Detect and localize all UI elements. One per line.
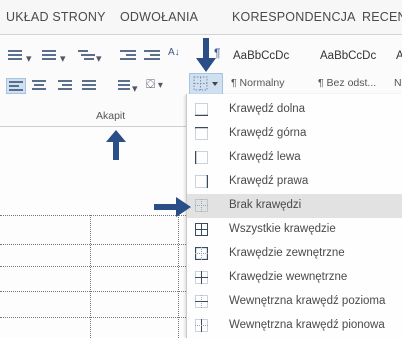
no-border-icon	[195, 199, 208, 212]
bullets-button[interactable]: ▾	[6, 48, 32, 65]
tab-mailings[interactable]: KORESPONDENCJA	[232, 10, 356, 24]
menu-item-left-border[interactable]: Krawędź lewa	[187, 146, 402, 170]
border-right-icon	[195, 175, 208, 188]
menu-item-inside-horizontal-border[interactable]: Wewnętrzna krawędź pozioma	[187, 290, 402, 314]
border-left-icon	[195, 151, 208, 164]
increase-indent-button[interactable]	[142, 48, 162, 62]
tab-references[interactable]: ODWOŁANIA	[120, 10, 198, 24]
table-gridline	[0, 291, 186, 292]
document-area[interactable]	[0, 127, 186, 338]
sort-icon[interactable]: A↓	[168, 46, 180, 60]
borders-dropdown-icon	[193, 76, 218, 91]
menu-item-right-border[interactable]: Krawędź prawa	[187, 170, 402, 194]
borders-dropdown-menu: Krawędź dolna Krawędź górna Krawędź lewa…	[186, 94, 402, 338]
all-borders-icon	[195, 223, 208, 236]
numbering-button[interactable]: ▾	[40, 48, 66, 65]
menu-item-outside-borders[interactable]: Krawędzie zewnętrzne	[187, 242, 402, 266]
menu-item-label: Krawędź górna	[229, 127, 307, 139]
decrease-indent-button[interactable]	[118, 48, 138, 62]
arrow-right-icon	[154, 197, 191, 217]
inside-horizontal-border-icon	[195, 295, 208, 308]
menu-item-no-border[interactable]: Brak krawędzi	[187, 194, 402, 218]
menu-item-top-border[interactable]: Krawędź górna	[187, 122, 402, 146]
menu-item-inside-vertical-border[interactable]: Wewnętrzna krawędź pionowa	[187, 314, 402, 338]
border-bottom-icon	[195, 103, 208, 116]
inside-borders-icon	[195, 271, 208, 284]
style-normal-name: ¶ Normalny	[231, 77, 285, 89]
table-gridline	[90, 215, 91, 338]
align-left-button[interactable]	[6, 78, 26, 94]
menu-item-label: Krawędź prawa	[229, 175, 309, 187]
table-gridline	[178, 215, 179, 338]
menu-item-label: Wewnętrzna krawędź pionowa	[229, 319, 385, 331]
menu-item-label: Krawędzie zewnętrzne	[229, 247, 345, 259]
arrow-up-icon	[106, 130, 126, 160]
style-heading-preview[interactable]: A	[396, 50, 402, 62]
menu-item-label: Krawędź lewa	[229, 151, 301, 163]
style-no-spacing-name: ¶ Bez odst...	[318, 77, 377, 89]
menu-item-label: Krawędzie wewnętrzne	[229, 271, 348, 283]
align-right-button[interactable]	[56, 78, 76, 92]
style-heading-name: N	[394, 77, 402, 89]
table-gridline	[0, 266, 186, 267]
inside-vertical-border-icon	[195, 319, 208, 332]
table-gridline	[0, 244, 186, 245]
border-top-icon	[195, 127, 208, 140]
arrow-down-icon	[196, 38, 216, 72]
ribbon-tab-bar: UKŁAD STRONY ODWOŁANIA KORESPONDENCJA RE…	[0, 0, 402, 34]
table-gridline	[0, 317, 186, 318]
tab-review[interactable]: RECENZ	[362, 10, 402, 24]
line-spacing-button[interactable]: ▾	[112, 78, 138, 95]
multilevel-list-button[interactable]: ▾	[76, 48, 102, 65]
style-normal-preview[interactable]: AaBbCcDc	[233, 50, 289, 62]
menu-item-label: Wszystkie krawędzie	[229, 223, 336, 235]
paint-bucket-icon: ⛋	[146, 77, 156, 91]
menu-item-bottom-border[interactable]: Krawędź dolna	[187, 98, 402, 122]
menu-item-all-borders[interactable]: Wszystkie krawędzie	[187, 218, 402, 242]
tab-page-layout[interactable]: UKŁAD STRONY	[6, 10, 106, 24]
borders-button[interactable]	[189, 73, 223, 95]
outside-borders-icon	[195, 247, 208, 260]
style-no-spacing-preview[interactable]: AaBbCcDc	[320, 50, 376, 62]
menu-item-label: Krawędź dolna	[229, 103, 306, 115]
menu-item-label: Wewnętrzna krawędź pozioma	[229, 295, 386, 307]
shading-button[interactable]: ⛋ ▾	[146, 77, 163, 91]
menu-item-label: Brak krawędzi	[229, 199, 302, 211]
menu-item-inside-borders[interactable]: Krawędzie wewnętrzne	[187, 266, 402, 290]
paragraph-group-label: Akapit	[96, 110, 126, 122]
align-center-button[interactable]	[30, 78, 50, 92]
justify-button[interactable]	[80, 78, 100, 92]
